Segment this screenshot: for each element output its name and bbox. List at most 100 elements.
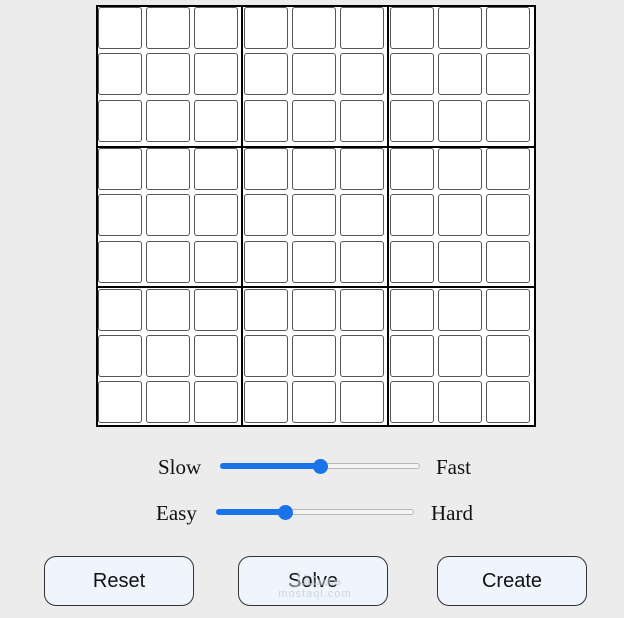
sudoku-cell[interactable] <box>390 194 434 236</box>
solve-button[interactable]: Solve <box>238 556 388 606</box>
sudoku-cell[interactable] <box>194 7 238 49</box>
sudoku-cell[interactable] <box>244 194 288 236</box>
difficulty-slider-thumb[interactable] <box>278 505 294 520</box>
sudoku-cell[interactable] <box>292 148 336 190</box>
sudoku-cell[interactable] <box>486 7 530 49</box>
sudoku-cell[interactable] <box>486 241 530 283</box>
sudoku-cell[interactable] <box>292 381 336 423</box>
sudoku-cell[interactable] <box>194 381 238 423</box>
speed-slider-fill <box>220 463 321 469</box>
sudoku-cell[interactable] <box>292 100 336 142</box>
sudoku-cell[interactable] <box>146 7 190 49</box>
sudoku-cell[interactable] <box>244 381 288 423</box>
sudoku-cell[interactable] <box>438 381 482 423</box>
sudoku-cell[interactable] <box>98 194 142 236</box>
sudoku-cell[interactable] <box>340 335 384 377</box>
sudoku-cell[interactable] <box>292 7 336 49</box>
sudoku-cell[interactable] <box>486 148 530 190</box>
sudoku-cell[interactable] <box>146 194 190 236</box>
difficulty-max-label: Hard <box>431 501 473 525</box>
sudoku-cell[interactable] <box>438 7 482 49</box>
sudoku-cell[interactable] <box>98 335 142 377</box>
sudoku-cell[interactable] <box>244 335 288 377</box>
sudoku-cell[interactable] <box>438 289 482 331</box>
sudoku-cell[interactable] <box>340 53 384 95</box>
sudoku-cell[interactable] <box>340 381 384 423</box>
sudoku-cell[interactable] <box>146 335 190 377</box>
difficulty-slider-fill <box>216 509 287 515</box>
sudoku-cell[interactable] <box>194 148 238 190</box>
sudoku-cell[interactable] <box>390 7 434 49</box>
sudoku-cell[interactable] <box>340 241 384 283</box>
sudoku-cell[interactable] <box>340 148 384 190</box>
create-button[interactable]: Create <box>437 556 587 606</box>
sudoku-cell[interactable] <box>390 100 434 142</box>
sudoku-cell[interactable] <box>146 241 190 283</box>
sudoku-cell[interactable] <box>194 289 238 331</box>
sudoku-cell[interactable] <box>486 335 530 377</box>
sudoku-cell[interactable] <box>486 381 530 423</box>
sudoku-cell[interactable] <box>390 53 434 95</box>
sudoku-cell[interactable] <box>292 194 336 236</box>
sudoku-cell[interactable] <box>98 100 142 142</box>
box-divider-horizontal <box>98 286 534 288</box>
sudoku-cell[interactable] <box>486 194 530 236</box>
sudoku-cell[interactable] <box>390 289 434 331</box>
box-divider-horizontal <box>98 146 534 148</box>
sudoku-cell[interactable] <box>292 53 336 95</box>
sudoku-cell[interactable] <box>340 289 384 331</box>
sudoku-cell[interactable] <box>98 7 142 49</box>
sudoku-cell[interactable] <box>244 148 288 190</box>
sudoku-cell[interactable] <box>340 194 384 236</box>
sudoku-cell[interactable] <box>98 241 142 283</box>
sudoku-cell[interactable] <box>146 289 190 331</box>
sudoku-cell[interactable] <box>98 53 142 95</box>
sudoku-cell[interactable] <box>438 194 482 236</box>
sudoku-cell[interactable] <box>486 53 530 95</box>
sudoku-cell[interactable] <box>438 100 482 142</box>
speed-slider-row: Slow Fast <box>158 455 478 479</box>
difficulty-min-label: Easy <box>156 501 197 525</box>
sudoku-cell[interactable] <box>438 148 482 190</box>
difficulty-slider[interactable] <box>216 509 414 515</box>
sudoku-cell[interactable] <box>438 335 482 377</box>
sudoku-cell[interactable] <box>146 53 190 95</box>
sudoku-cell[interactable] <box>98 148 142 190</box>
box-divider-vertical <box>387 7 389 425</box>
sudoku-cell[interactable] <box>146 381 190 423</box>
sudoku-cell[interactable] <box>292 241 336 283</box>
sudoku-cell[interactable] <box>390 241 434 283</box>
speed-min-label: Slow <box>158 455 202 479</box>
sudoku-board <box>96 5 536 427</box>
sudoku-cell[interactable] <box>390 148 434 190</box>
sudoku-cell[interactable] <box>98 289 142 331</box>
sudoku-cell[interactable] <box>340 7 384 49</box>
sudoku-cell[interactable] <box>194 194 238 236</box>
sudoku-cell[interactable] <box>194 241 238 283</box>
sudoku-cell[interactable] <box>244 7 288 49</box>
sudoku-cell[interactable] <box>486 100 530 142</box>
sudoku-cell[interactable] <box>98 381 142 423</box>
sudoku-cell[interactable] <box>486 289 530 331</box>
sudoku-cell[interactable] <box>244 241 288 283</box>
sudoku-cell[interactable] <box>244 289 288 331</box>
speed-max-label: Fast <box>436 455 472 479</box>
difficulty-slider-row: Easy Hard <box>156 501 476 525</box>
sudoku-cell[interactable] <box>194 53 238 95</box>
box-divider-vertical <box>241 7 243 425</box>
sudoku-cell[interactable] <box>340 100 384 142</box>
speed-slider-thumb[interactable] <box>313 459 328 474</box>
reset-button[interactable]: Reset <box>44 556 194 606</box>
sudoku-cell[interactable] <box>390 335 434 377</box>
sudoku-cell[interactable] <box>244 100 288 142</box>
sudoku-cell[interactable] <box>146 100 190 142</box>
sudoku-cell[interactable] <box>390 381 434 423</box>
sudoku-cell[interactable] <box>438 241 482 283</box>
sudoku-cell[interactable] <box>292 289 336 331</box>
sudoku-cell[interactable] <box>292 335 336 377</box>
sudoku-cell[interactable] <box>194 335 238 377</box>
sudoku-cell[interactable] <box>438 53 482 95</box>
sudoku-cell[interactable] <box>146 148 190 190</box>
sudoku-cell[interactable] <box>194 100 238 142</box>
sudoku-cell[interactable] <box>244 53 288 95</box>
